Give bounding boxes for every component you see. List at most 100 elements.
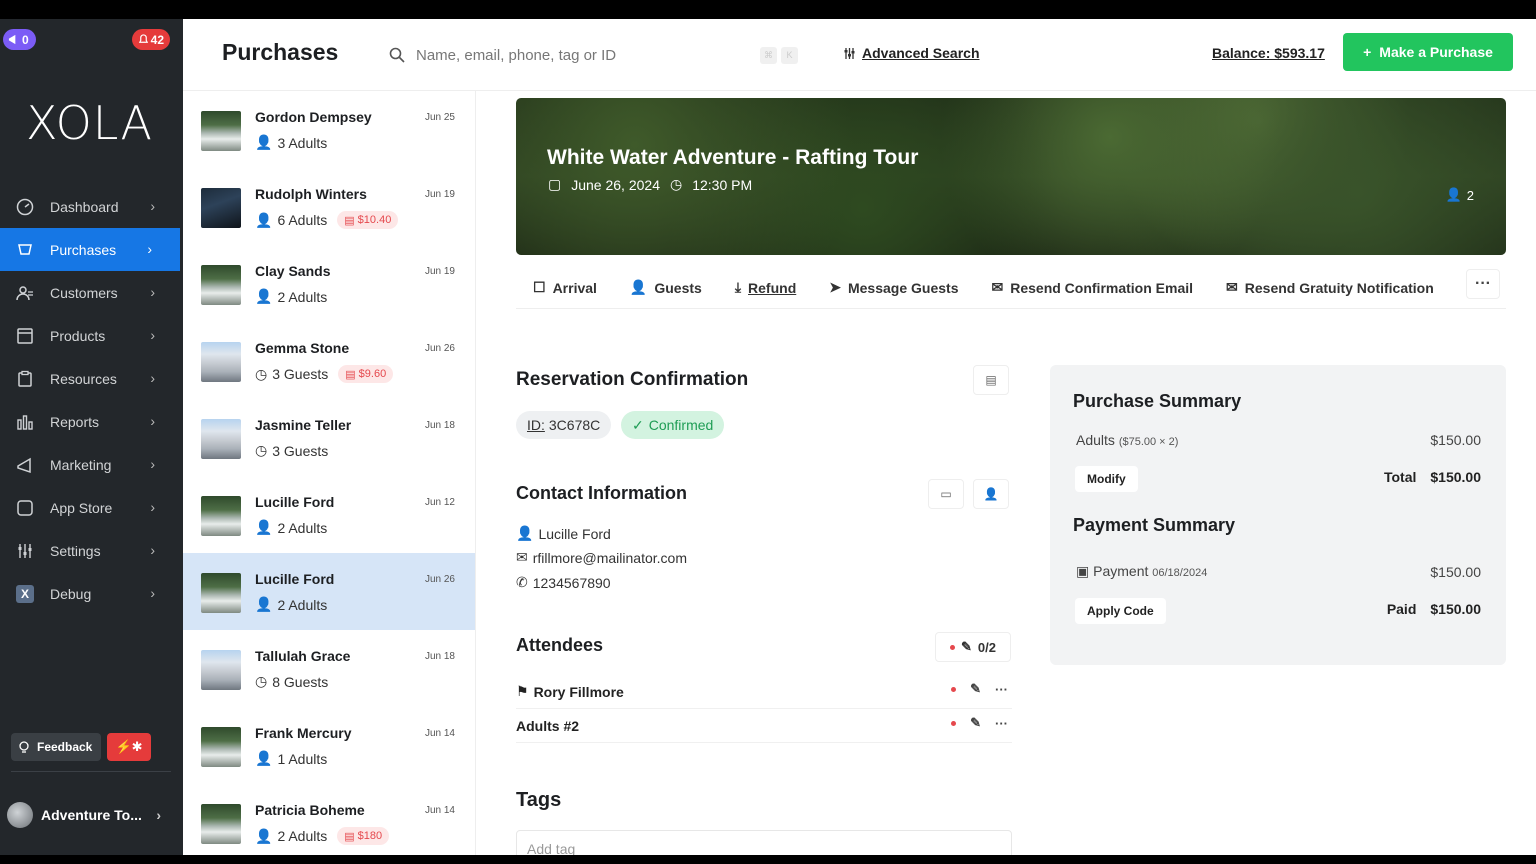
purchase-guests: 6 Adults (277, 212, 328, 228)
payment-label: Payment (1093, 563, 1149, 579)
list-item[interactable]: Lucille Ford Jun 12 👤 2 Adults (183, 476, 475, 553)
contact-title: Contact Information (516, 483, 687, 503)
search-icon (389, 47, 405, 63)
arrival-action[interactable]: ☐ Arrival (533, 279, 597, 296)
account-name: Adventure To... (41, 807, 142, 823)
contact-phone[interactable]: 1234567890 (533, 575, 611, 591)
edit-icon[interactable]: ✎ (970, 681, 981, 697)
sidebar-item-debug[interactable]: X Debug › (0, 572, 183, 615)
purchase-thumbnail (201, 727, 241, 767)
reservation-title: Reservation Confirmation (516, 369, 749, 390)
account-switcher[interactable]: Adventure To... › (7, 799, 177, 831)
sidebar-item-label: Marketing (50, 456, 112, 473)
sidebar-item-marketing[interactable]: Marketing › (0, 443, 183, 486)
apply-code-button[interactable]: Apply Code (1075, 598, 1166, 624)
ellipsis-icon[interactable]: ··· (995, 682, 1008, 697)
reservation-id-chip[interactable]: ID: 3C678C (516, 411, 612, 439)
list-item[interactable]: Clay Sands Jun 19 👤 2 Adults (183, 245, 475, 322)
list-item-selected[interactable]: Lucille Ford Jun 26 👤 2 Adults (183, 553, 475, 630)
more-actions-button[interactable]: ··· (1466, 269, 1500, 299)
list-item[interactable]: Gemma Stone Jun 26 ◷ 3 Guests ▤ $9.60 (183, 322, 475, 399)
purchase-guests: 2 Adults (277, 596, 328, 613)
list-item[interactable]: Frank Mercury Jun 14 👤 1 Adults (183, 707, 475, 784)
purchase-guests: 8 Guests (272, 673, 329, 690)
total-label: Total (1383, 469, 1417, 485)
view-customer-button[interactable]: 👤 (973, 479, 1009, 509)
message-contact-button[interactable]: ▭ (928, 479, 964, 509)
purchase-name: Gordon Dempsey (255, 109, 372, 125)
guests-action[interactable]: 👤 Guests (630, 279, 702, 296)
refund-action[interactable]: ⤓ Refund (735, 279, 796, 296)
advanced-search-link[interactable]: Advanced Search (843, 45, 980, 61)
list-item[interactable]: Patricia Boheme Jun 14 👤 2 Adults ▤ $180 (183, 784, 475, 855)
sidebar-item-label: Debug (50, 585, 92, 602)
flag-icon: ⚑ (516, 683, 529, 699)
line-item-label: Adults (1076, 432, 1115, 448)
contact-email[interactable]: rfillmore@mailinator.com (533, 550, 687, 566)
person-icon: 👤 (255, 288, 273, 304)
money-icon: ▤ (344, 830, 355, 843)
purchase-name: Tallulah Grace (255, 648, 351, 664)
purchase-guests: 1 Adults (277, 750, 328, 767)
receipt-icon: ▤ (985, 373, 997, 387)
sliders-icon (15, 541, 35, 561)
sidebar-item-app-store[interactable]: App Store › (0, 486, 183, 529)
k-key-icon: K (781, 46, 798, 64)
sidebar-item-settings[interactable]: Settings › (0, 529, 183, 572)
sidebar-item-customers[interactable]: Customers › (0, 271, 183, 314)
customers-icon (15, 283, 35, 303)
modify-button[interactable]: Modify (1075, 466, 1138, 492)
list-item[interactable]: Jasmine Teller Jun 18 ◷ 3 Guests (183, 399, 475, 476)
sidebar-item-reports[interactable]: Reports › (0, 400, 183, 443)
bug-report-button[interactable]: ⚡✱ (107, 733, 151, 761)
sidebar-item-resources[interactable]: Resources › (0, 357, 183, 400)
alerts-badge[interactable]: 42 (131, 29, 170, 50)
balance-link[interactable]: Balance: $593.17 (1212, 45, 1325, 61)
xola-logo[interactable]: XOLA (26, 96, 153, 150)
resend-gratuity-action[interactable]: ✉ Resend Gratuity Notification (1226, 279, 1434, 296)
sidebar-item-label: Purchases (50, 241, 117, 258)
list-item[interactable]: Rudolph Winters Jun 19 👤 6 Adults ▤ $10.40 (183, 168, 475, 245)
add-tag-input[interactable]: Add tag (516, 830, 1012, 855)
list-item[interactable]: Gordon Dempsey Jun 25 👤 3 Adults (183, 91, 475, 168)
total-value: $150.00 (1430, 469, 1481, 485)
cmd-key-icon: ⌘ (760, 46, 777, 64)
chevron-right-icon: › (150, 198, 155, 214)
search-bar: ⌘ K (388, 41, 808, 69)
purchase-guests: 2 Adults (277, 828, 328, 844)
sidebar-item-products[interactable]: Products › (0, 314, 183, 357)
purchase-date: Jun 18 (424, 420, 455, 431)
experience-banner: White Water Adventure - Rafting Tour ▢ J… (516, 98, 1506, 255)
resend-confirmation-action[interactable]: ✉ Resend Confirmation Email (991, 279, 1193, 296)
search-input[interactable] (416, 46, 756, 64)
ellipsis-icon[interactable]: ··· (995, 716, 1008, 731)
guest-count: 2 (1466, 187, 1474, 203)
app-store-icon (15, 498, 35, 518)
sidebar-item-dashboard[interactable]: Dashboard › (0, 185, 183, 228)
purchase-name: Lucille Ford (255, 571, 335, 587)
clock-icon: ◷ (669, 176, 683, 192)
receipt-button[interactable]: ▤ (973, 365, 1009, 395)
purchase-date: Jun 26 (424, 343, 455, 354)
attendees-progress-button[interactable]: ✎ 0/2 (935, 632, 1011, 662)
feedback-button[interactable]: Feedback (11, 733, 101, 761)
person-icon: 👤 (1445, 187, 1462, 202)
incomplete-dot (951, 720, 957, 726)
edit-icon[interactable]: ✎ (970, 715, 981, 731)
message-guests-action[interactable]: ➤ Message Guests (829, 279, 958, 296)
plus-icon: + (1363, 44, 1372, 60)
experience-title: White Water Adventure - Rafting Tour (547, 146, 919, 169)
amount-due: $10.40 (357, 214, 392, 226)
make-purchase-button[interactable]: + Make a Purchase (1343, 33, 1513, 71)
purchase-thumbnail (201, 342, 241, 382)
person-icon: 👤 (255, 211, 273, 228)
money-icon: ▤ (344, 214, 355, 227)
check-icon: ✓ (632, 416, 644, 433)
notifications-badge[interactable]: 0 (3, 29, 36, 50)
megaphone-icon (15, 455, 35, 475)
attendee-row[interactable]: Adults #2 ✎ ··· (516, 709, 1012, 743)
attendee-row[interactable]: ⚑ Rory Fillmore ✎ ··· (516, 675, 1012, 709)
incomplete-dot (950, 644, 955, 650)
sidebar-item-purchases[interactable]: Purchases › (0, 228, 180, 271)
list-item[interactable]: Tallulah Grace Jun 18 ◷ 8 Guests (183, 630, 475, 707)
